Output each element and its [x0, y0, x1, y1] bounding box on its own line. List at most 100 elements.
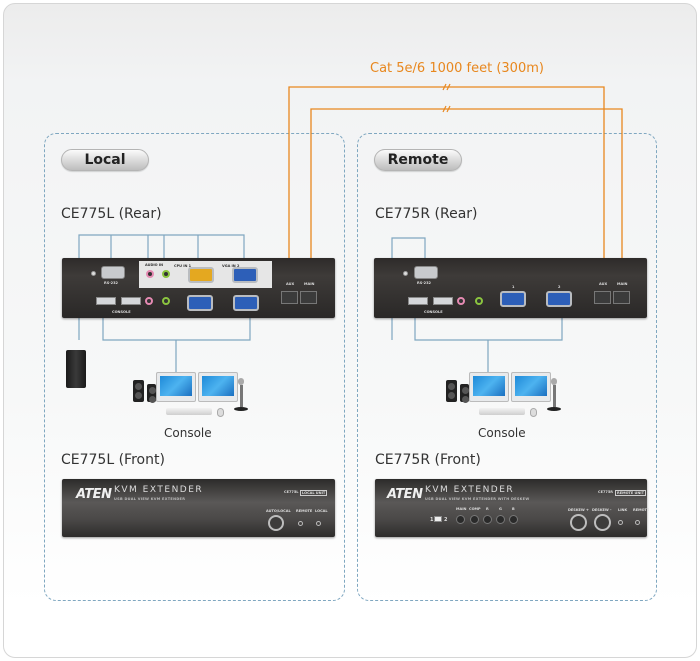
remote-mic-stand: [553, 385, 556, 407]
remote-model-tag: REMOTE UNIT: [615, 490, 647, 496]
remote-monitor-2-label: 2: [558, 285, 561, 289]
local-mic-base: [234, 407, 248, 411]
local-product-subtitle: USB DUAL VIEW KVM EXTENDER: [114, 497, 186, 501]
local-bottom-bracket: [102, 318, 251, 341]
local-usb-port-1: [96, 297, 116, 305]
cable-main: [288, 86, 605, 265]
local-mic-out-jack: [145, 297, 153, 305]
deskew-main-label: MAIN: [456, 507, 467, 511]
local-speaker-out-jack: [162, 297, 170, 305]
cable-aux: [310, 108, 623, 265]
local-remote-led: [298, 521, 303, 526]
remote-usb-port-1: [408, 297, 428, 305]
local-auto-local-button[interactable]: [268, 515, 284, 531]
deskew-g-label: G: [499, 507, 502, 511]
local-model-tag: LOCAL UNIT: [300, 490, 328, 496]
local-product-line: KVM EXTENDER: [114, 485, 204, 495]
remote-product-line: KVM EXTENDER: [425, 485, 515, 495]
remote-main-label: MAIN: [617, 282, 628, 286]
connection-lines: [78, 83, 623, 372]
remote-bottom-bracket: [414, 318, 563, 341]
remote-model-name: CE775R: [598, 490, 613, 494]
remote-front-unit: ATEN KVM EXTENDER USB DUAL VIEW KVM EXTE…: [375, 479, 650, 537]
local-rs232-port: [101, 266, 125, 279]
remote-aux-rj45: [594, 291, 611, 304]
local-local-led: [316, 521, 321, 526]
local-main-label: MAIN: [304, 282, 315, 286]
remote-aux-label: AUX: [599, 282, 608, 286]
deskew-g-button[interactable]: [496, 515, 505, 524]
local-aten-logo: ATEN: [76, 487, 112, 502]
local-cpu-in-1-port: [188, 267, 214, 283]
local-speaker-in-jack: [162, 270, 170, 278]
local-remote-led-label: REMOTE: [296, 509, 313, 513]
switch-label-2: 2: [444, 517, 448, 523]
remote-keyboard-icon: [479, 408, 525, 415]
switch-label-1: 1: [430, 517, 434, 523]
deskew-minus-button[interactable]: [594, 514, 611, 531]
local-speaker-icon: [133, 380, 144, 402]
local-vga-in-2-port: [232, 267, 258, 283]
remote-microphone-icon: [551, 378, 557, 385]
local-mic-stand: [240, 385, 243, 407]
local-monitor-2-icon: [198, 372, 238, 402]
ground-screw: [91, 271, 96, 276]
remote-mouse-icon: [530, 408, 537, 417]
local-aux-rj45: [281, 291, 298, 304]
remote-monitor-1-label: 1: [512, 285, 515, 289]
remote-rear-unit: RS-232 1 2 CONSOLE AUX MAIN: [374, 258, 647, 318]
local-monitor-1-port: [187, 295, 213, 311]
local-keyboard-icon: [166, 408, 212, 415]
remote-product-subtitle: USB DUAL VIEW KVM EXTENDER WITH DESKEW: [425, 497, 530, 501]
remote-monitor-1-icon: [469, 372, 509, 402]
remote-mic-jack: [457, 297, 465, 305]
local-console-label-plate: CONSOLE: [112, 310, 131, 314]
local-mouse-icon: [217, 408, 224, 417]
remote-rs232-label: RS-232: [417, 281, 431, 285]
local-auto-local-label: AUTO/LOCAL: [266, 509, 291, 513]
remote-usb-port-2: [433, 297, 453, 305]
remote-aten-logo: ATEN: [387, 487, 423, 502]
local-microphone-icon: [238, 378, 244, 385]
remote-monitor-2-port: [546, 291, 572, 307]
remote-ground-screw: [403, 271, 408, 276]
local-main-rj45: [300, 291, 317, 304]
remote-rs232-port: [414, 266, 438, 279]
deskew-comp-label: COMP: [469, 507, 481, 511]
deskew-plus-button[interactable]: [570, 514, 587, 531]
local-usb-port-2: [121, 297, 141, 305]
remote-monitor-1-port: [500, 291, 526, 307]
local-monitor-1-icon: [156, 372, 196, 402]
local-aux-label: AUX: [286, 282, 295, 286]
local-model-name: CE775L: [284, 490, 299, 494]
deskew-plus-label: DESKEW +: [568, 508, 589, 512]
link-led: [618, 520, 623, 525]
monitor-select-switch[interactable]: [434, 516, 442, 522]
link-led-label: LINK: [618, 508, 628, 512]
remote-speaker-icon-2: [460, 384, 469, 403]
remote-led: [635, 520, 640, 525]
remote-console-label-plate: CONSOLE: [424, 310, 443, 314]
deskew-b-button[interactable]: [509, 515, 518, 524]
local-speaker-icon-2: [147, 384, 156, 403]
local-monitor-2-port: [233, 295, 259, 311]
remote-speaker-icon: [446, 380, 457, 402]
local-front-unit: ATEN KVM EXTENDER USB DUAL VIEW KVM EXTE…: [62, 479, 335, 537]
local-mic-in-jack: [146, 270, 154, 278]
remote-main-rj45: [613, 291, 630, 304]
remote-monitor-2-icon: [511, 372, 551, 402]
local-rear-unit: RS-232 AUDIO IN CPU IN 1 VGA IN 2 CONSOL…: [62, 258, 335, 318]
remote-led-label: REMOTE: [633, 508, 650, 512]
local-rs232-label: RS-232: [104, 281, 118, 285]
deskew-b-label: B: [512, 507, 515, 511]
deskew-minus-label: DESKEW -: [592, 508, 612, 512]
local-audio-in-label: AUDIO IN: [145, 263, 164, 267]
remote-speaker-jack: [475, 297, 483, 305]
deskew-main-button[interactable]: [456, 515, 465, 524]
local-local-led-label: LOCAL: [315, 509, 328, 513]
deskew-r-button[interactable]: [483, 515, 492, 524]
deskew-comp-button[interactable]: [470, 515, 479, 524]
deskew-r-label: R: [486, 507, 489, 511]
remote-mic-base: [547, 407, 561, 411]
pc-tower-icon: [66, 350, 86, 388]
